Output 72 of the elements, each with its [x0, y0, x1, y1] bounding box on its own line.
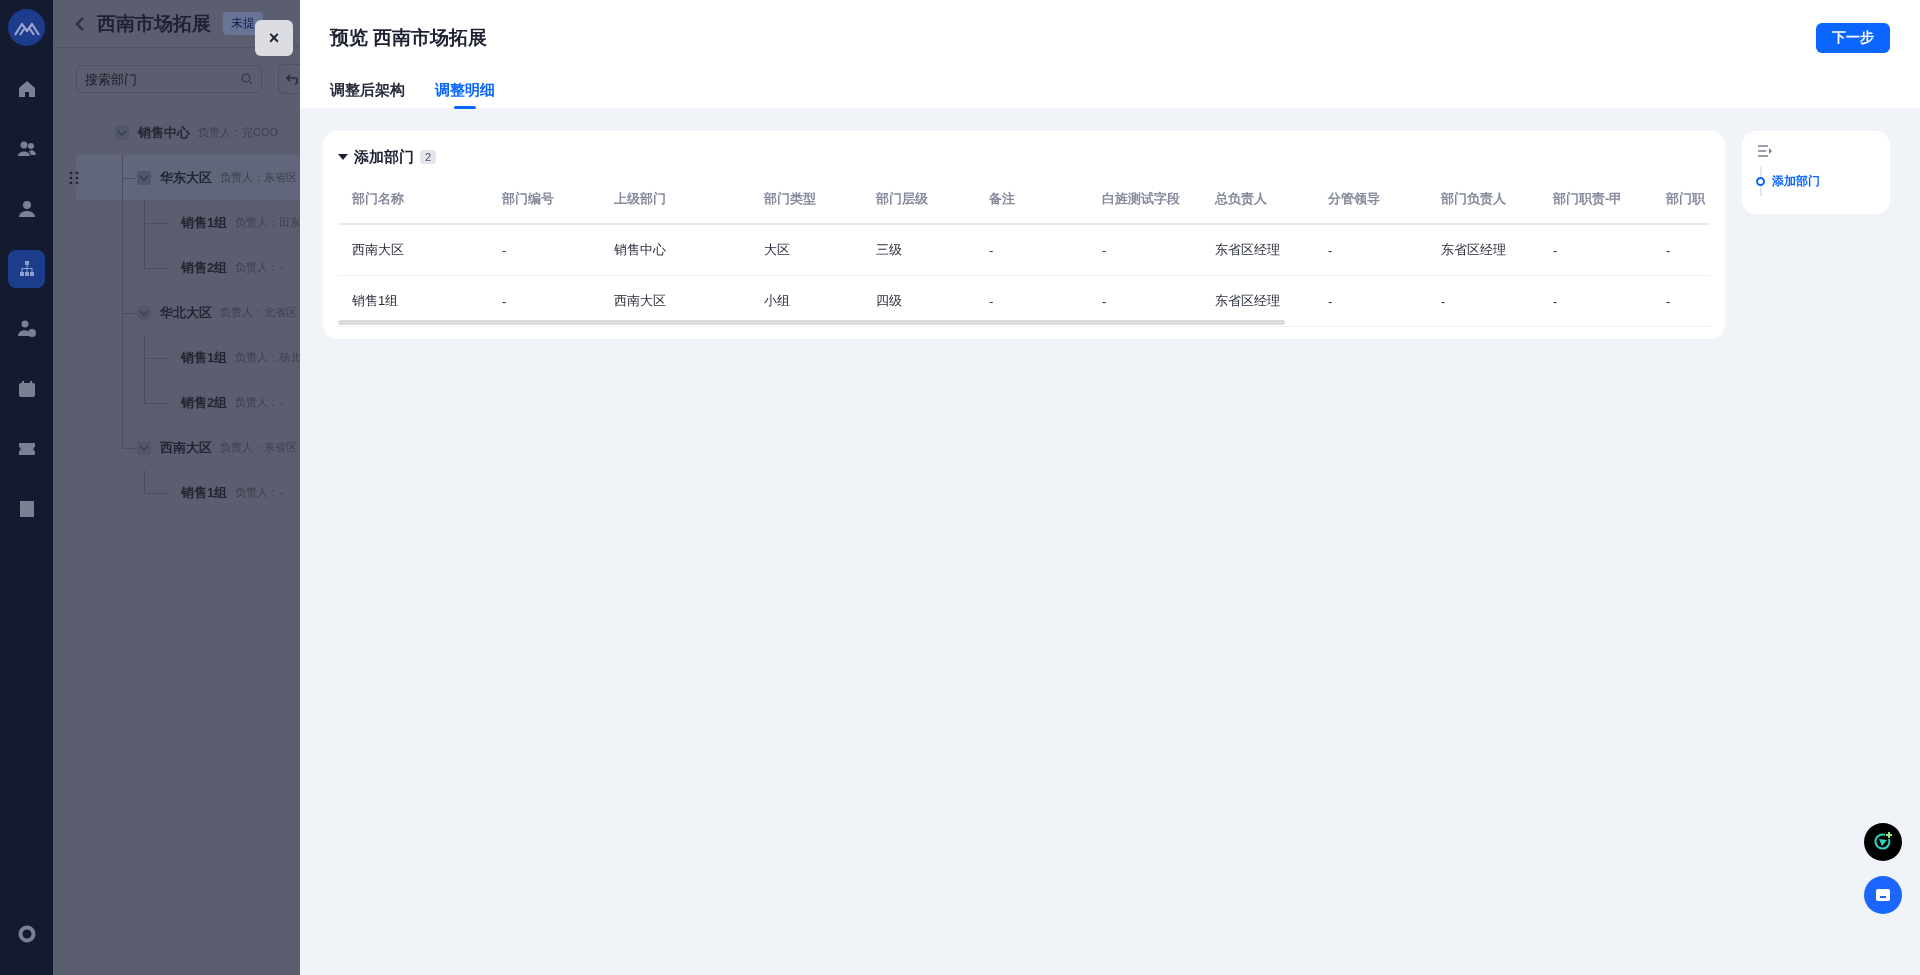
department-name[interactable]: 销售1组	[181, 213, 228, 232]
drag-handle-icon[interactable]	[69, 170, 79, 185]
column-header: 部门职责-甲	[1552, 190, 1624, 208]
column-header: 总负责人	[1213, 190, 1268, 208]
table-cell-text: -	[1327, 242, 1334, 258]
column-header: 分管领导	[1327, 190, 1381, 208]
table-cell-text: 西南大区	[351, 241, 405, 259]
org-icon[interactable]	[8, 250, 45, 288]
column-header: 上级部门	[613, 190, 667, 208]
outline-icon[interactable]	[1758, 145, 1772, 157]
table-cell-text: 东省区经理	[1214, 292, 1281, 310]
column-header: 白旌测试字段	[1101, 190, 1181, 208]
table-cell-text: 东省区经理	[1214, 241, 1281, 259]
table-cell-text: -	[501, 242, 508, 258]
table-cell-text: 四级	[875, 292, 903, 310]
collapse-toggle[interactable]	[137, 440, 151, 455]
table-cell-text: 销售1组	[351, 292, 400, 310]
department-name[interactable]: 销售中心	[138, 123, 190, 142]
table-cell-text: 西南大区	[613, 292, 667, 310]
column-header: 部门层级	[875, 190, 929, 208]
table-cell-text: -	[1101, 242, 1108, 258]
chevron-icon	[139, 444, 149, 451]
department-name[interactable]: 销售2组	[181, 393, 228, 412]
sparkle-icon	[1872, 831, 1894, 853]
count-badge: 2	[420, 150, 437, 164]
undo-icon	[286, 72, 300, 86]
table-cell-text: -	[1552, 293, 1559, 309]
table-cell-text: 大区	[763, 241, 791, 259]
drawer-title: 预览 西南市场拓展	[330, 26, 488, 50]
column-header: 部门职	[1665, 190, 1706, 208]
table-cell-text: -	[1440, 293, 1447, 309]
chevron-icon	[117, 129, 127, 136]
table-cell-text: -	[1665, 293, 1672, 309]
close-button[interactable]: ×	[255, 20, 293, 56]
column-header: 部门名称	[351, 190, 405, 208]
table-cell-text: -	[1327, 293, 1334, 309]
table-cell-text: -	[988, 242, 995, 258]
collapse-toggle[interactable]	[115, 125, 129, 140]
department-name[interactable]: 西南大区	[160, 438, 212, 457]
department-name[interactable]: 销售2组	[181, 258, 228, 277]
chevron-icon	[139, 174, 149, 181]
table-cell-text: 东省区经理	[1440, 241, 1507, 259]
collapse-toggle[interactable]	[137, 170, 151, 185]
chevron-icon	[139, 309, 149, 316]
tab[interactable]: 调整后架构	[330, 76, 405, 109]
table-cell-text: 三级	[875, 241, 903, 259]
department-name[interactable]: 销售1组	[181, 348, 228, 367]
page-title: 西南市场拓展	[97, 11, 211, 36]
column-header: 部门编号	[501, 190, 555, 208]
caret-icon[interactable]	[338, 154, 348, 160]
department-name[interactable]: 销售1组	[181, 483, 228, 502]
column-header: 部门类型	[763, 190, 817, 208]
table-cell-text: -	[501, 293, 508, 309]
table-cell-text: -	[1552, 242, 1559, 258]
column-header: 部门负责人	[1440, 190, 1507, 208]
logo-icon[interactable]	[8, 9, 45, 46]
department-name[interactable]: 华北大区	[160, 303, 212, 322]
collapse-toggle[interactable]	[137, 305, 151, 320]
anchor-link[interactable]: 添加部门	[1756, 173, 1876, 190]
tab[interactable]: 调整明细	[435, 76, 495, 109]
section-title: 添加部门	[354, 147, 414, 167]
table-cell-text: -	[1665, 242, 1672, 258]
table-cell-text: 销售中心	[613, 241, 667, 259]
search-icon	[241, 73, 253, 85]
table-cell-text: 小组	[763, 292, 791, 310]
column-header: 备注	[988, 190, 1016, 208]
chat-icon	[1876, 889, 1890, 901]
table-cell-text: -	[1101, 293, 1108, 309]
scrollbar-thumb[interactable]	[338, 320, 1285, 325]
table-cell-text: -	[988, 293, 995, 309]
next-button[interactable]: 下一步	[1816, 23, 1890, 53]
department-name[interactable]: 华东大区	[160, 168, 212, 187]
